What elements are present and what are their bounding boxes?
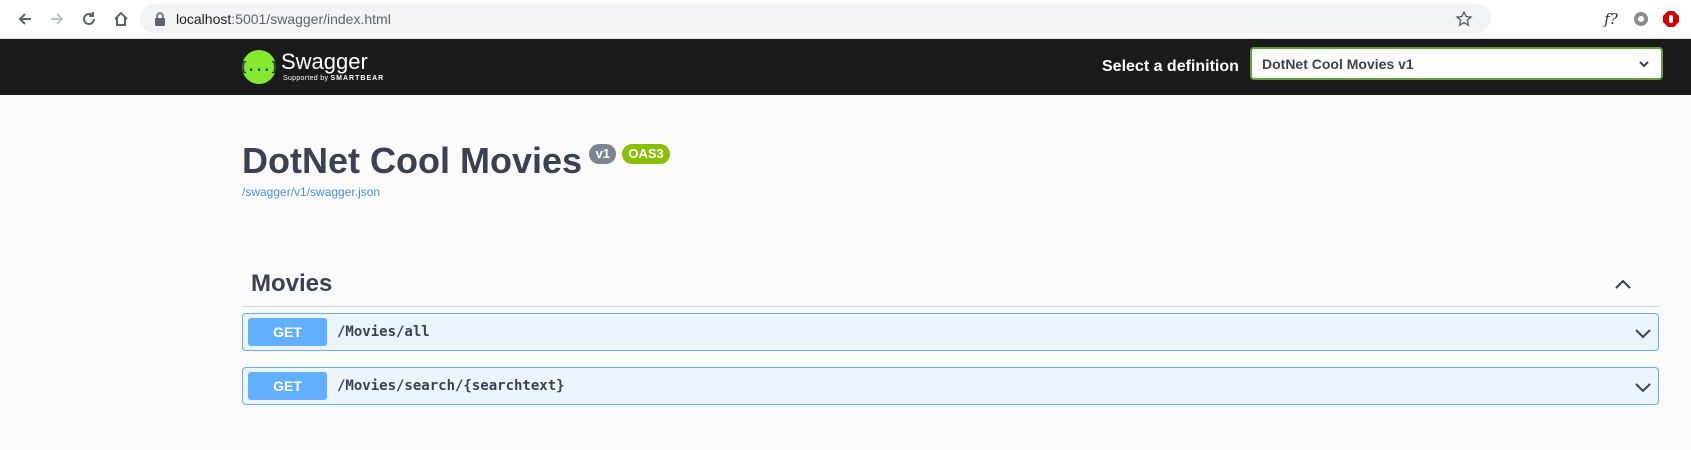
- method-badge: GET: [248, 318, 327, 346]
- back-button[interactable]: [10, 4, 40, 34]
- operation-path: /Movies/all: [337, 324, 430, 340]
- oas-badge: OAS3: [622, 144, 670, 164]
- logo-subtitle: Supported by SMARTBEAR: [283, 74, 384, 83]
- operation-get-movies-search[interactable]: GET /Movies/search/{searchtext}: [242, 367, 1659, 405]
- stop-extension-icon[interactable]: [1661, 9, 1681, 29]
- method-badge: GET: [248, 372, 327, 400]
- chevron-down-icon: [1639, 61, 1649, 68]
- chevron-up-icon[interactable]: [1613, 274, 1633, 294]
- lock-icon: [155, 11, 165, 26]
- operation-path: /Movies/search/{searchtext}: [337, 378, 565, 394]
- function-extension-icon[interactable]: f?: [1601, 9, 1621, 29]
- browser-toolbar: localhost:5001/swagger/index.html f?: [0, 0, 1691, 39]
- back-icon: [18, 13, 31, 25]
- gear-extension-icon[interactable]: [1631, 9, 1651, 29]
- tag-title: Movies: [251, 270, 333, 297]
- spec-url-link[interactable]: /swagger/v1/swagger.json: [242, 185, 670, 199]
- version-badge: v1: [589, 144, 616, 164]
- url-host: localhost: [176, 10, 232, 27]
- tag-section-movies: Movies GET /Movies/all GET /Movies/searc…: [242, 262, 1659, 405]
- operation-get-movies-all[interactable]: GET /Movies/all: [242, 313, 1659, 351]
- swagger-topbar: {...} Swagger Supported by SMARTBEAR Sel…: [0, 39, 1691, 95]
- logo-text: Swagger Supported by SMARTBEAR: [281, 50, 384, 83]
- chevron-down-icon[interactable]: [1633, 377, 1653, 397]
- definition-select-value: DotNet Cool Movies v1: [1262, 55, 1414, 72]
- logo-title: Swagger: [281, 49, 368, 74]
- extensions-area: f?: [1601, 0, 1681, 38]
- swagger-logo[interactable]: {...} Swagger Supported by SMARTBEAR: [239, 50, 384, 84]
- reload-button[interactable]: [74, 4, 104, 34]
- swagger-logo-icon: {...}: [239, 50, 279, 84]
- star-icon[interactable]: [1455, 10, 1473, 28]
- select-definition-label: Select a definition: [1102, 58, 1239, 75]
- chevron-down-icon[interactable]: [1633, 323, 1653, 343]
- reload-icon: [83, 12, 95, 25]
- definition-select[interactable]: DotNet Cool Movies v1: [1250, 47, 1663, 80]
- address-bar[interactable]: localhost:5001/swagger/index.html: [140, 4, 1491, 33]
- api-info: DotNet Cool Movies v1 OAS3 /swagger/v1/s…: [242, 140, 670, 199]
- url-text: localhost:5001/swagger/index.html: [176, 11, 391, 27]
- logo-sub-prefix: Supported by: [283, 75, 329, 82]
- forward-icon: [51, 13, 64, 25]
- home-button[interactable]: [106, 4, 136, 34]
- home-icon: [114, 11, 128, 26]
- api-title: DotNet Cool Movies: [242, 140, 583, 181]
- url-path: :5001/swagger/index.html: [231, 10, 391, 27]
- tag-header[interactable]: Movies: [242, 262, 1659, 307]
- forward-button[interactable]: [42, 4, 72, 34]
- logo-sub-brand: SMARTBEAR: [330, 75, 385, 82]
